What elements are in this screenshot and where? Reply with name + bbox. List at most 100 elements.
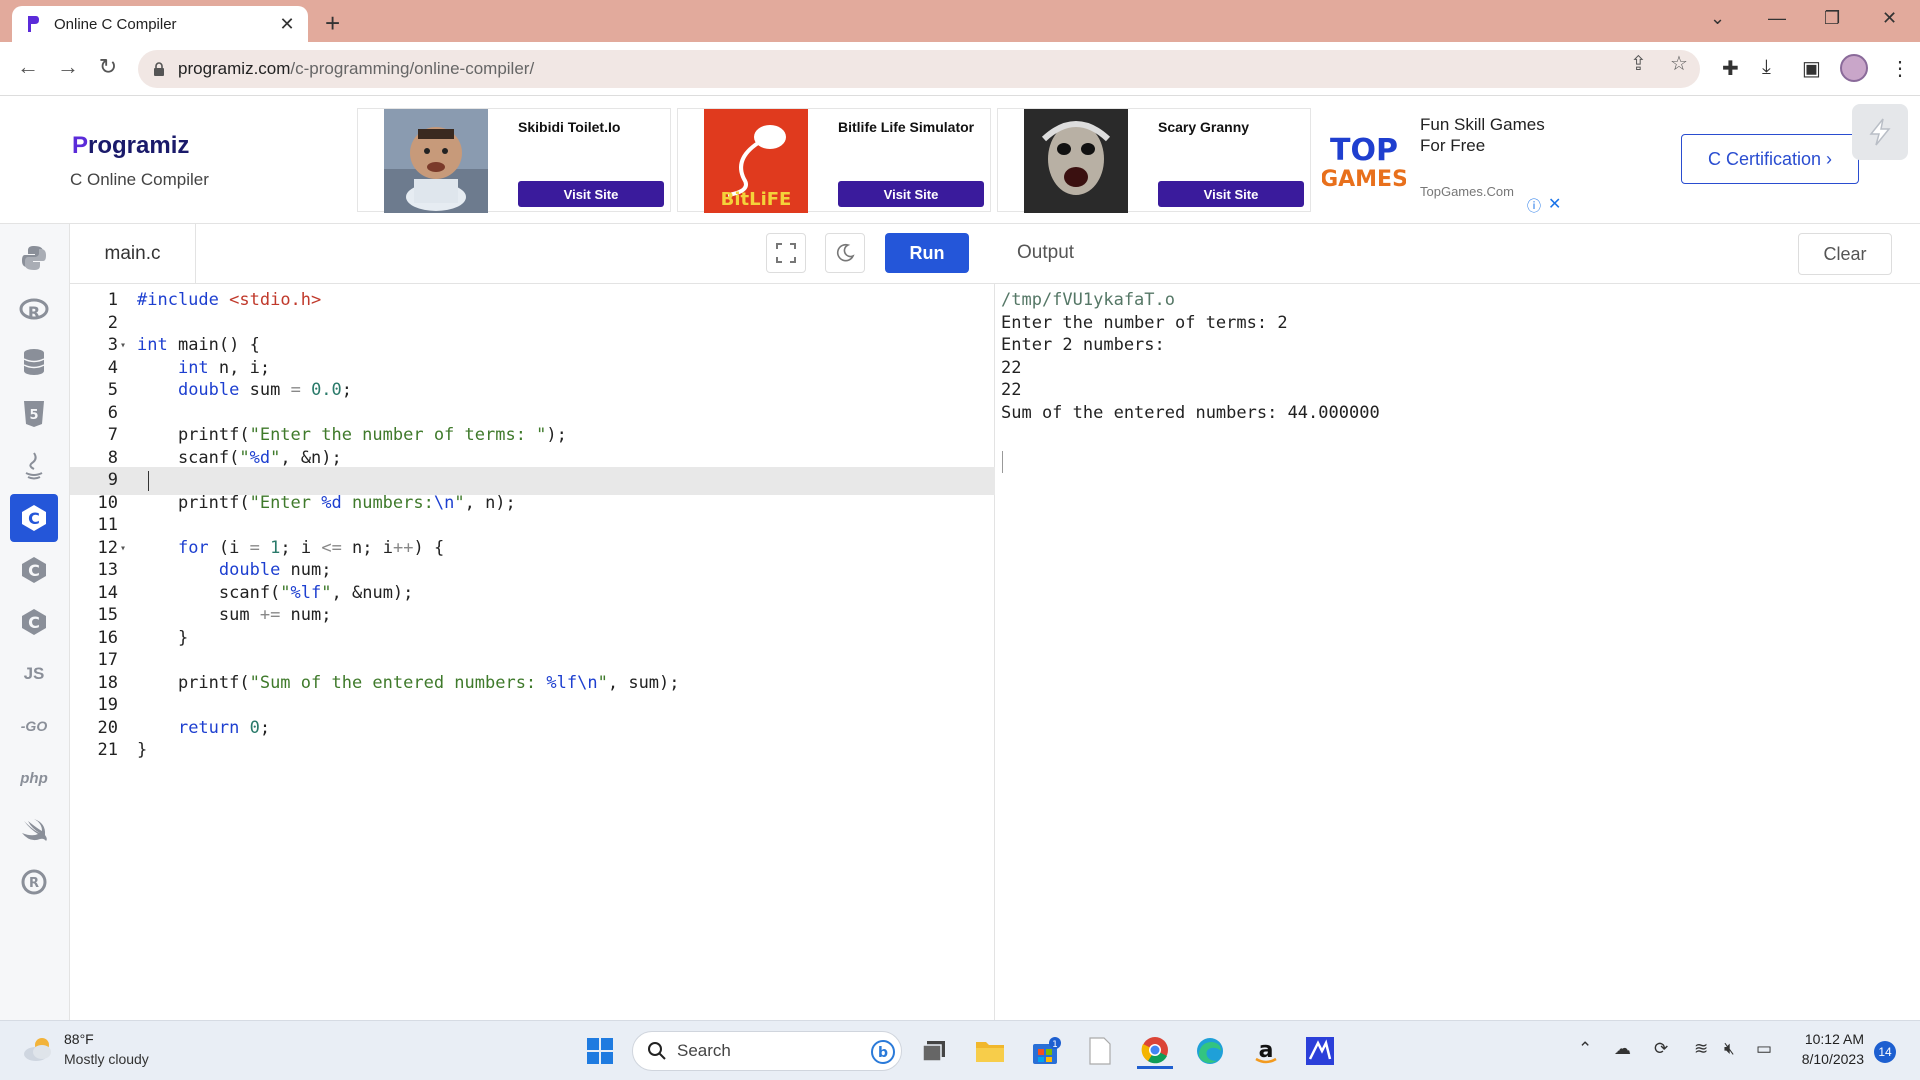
visit-site-button[interactable]: Visit Site (1158, 181, 1304, 207)
sync-icon[interactable]: ⟳ (1654, 1039, 1668, 1059)
reload-icon[interactable]: ↻ (94, 54, 122, 80)
clear-button[interactable]: Clear (1798, 233, 1892, 275)
tab-close-icon[interactable]: ✕ (278, 14, 296, 35)
output-title: Output (1017, 242, 1075, 263)
app-icon[interactable] (1302, 1033, 1338, 1069)
visit-site-button[interactable]: Visit Site (838, 181, 984, 207)
visit-site-button[interactable]: Visit Site (518, 181, 664, 207)
volume-muted-icon[interactable]: 🔇︎ (1724, 1039, 1735, 1059)
bolt-icon[interactable] (1852, 104, 1908, 160)
ad-card-bitlife[interactable]: BitLiFE Bitlife Life Simulator Visit Sit… (677, 108, 991, 213)
editor-header: main.c Run (70, 224, 995, 284)
java-icon[interactable] (10, 442, 58, 490)
windows-taskbar: 88°F Mostly cloudy Search b 1 a ⌃ ☁ ⟳ ≋ … (0, 1020, 1920, 1080)
r-icon[interactable]: R (10, 286, 58, 334)
url-host: programiz.com (178, 59, 291, 78)
bing-icon[interactable]: b (871, 1040, 895, 1064)
forward-icon[interactable]: → (54, 54, 82, 80)
back-icon[interactable]: ← (14, 54, 42, 80)
ad-title: Bitlife Life Simulator (838, 119, 975, 135)
weather-cloud-icon[interactable] (22, 1035, 54, 1063)
go-icon[interactable]: -GO (10, 702, 58, 750)
dark-mode-moon-icon[interactable] (825, 233, 865, 273)
taskbar-search[interactable]: Search b (632, 1031, 902, 1071)
ad-image-skibidi (384, 109, 488, 213)
code-editor[interactable]: 1 #include <stdio.h> 2 3 ▾ int main() {4 int … (70, 284, 995, 1020)
svg-text:C: C (28, 561, 40, 580)
swift-icon[interactable] (10, 806, 58, 854)
svg-text:TOP: TOP (1330, 133, 1398, 168)
ad-image-granny (1024, 109, 1128, 213)
chrome-icon[interactable] (1137, 1033, 1173, 1069)
notification-badge[interactable]: 14 (1874, 1041, 1896, 1063)
svg-text:C: C (28, 509, 40, 528)
output-console[interactable]: /tmp/fVU1ykafaT.o Enter the number of ter… (995, 284, 1920, 1020)
c-certification-button[interactable]: C Certification › (1681, 134, 1859, 184)
lock-icon (154, 62, 164, 76)
programiz-favicon-icon (24, 15, 42, 33)
output-header: Output Clear (995, 224, 1920, 284)
weather-description[interactable]: Mostly cloudy (64, 1051, 149, 1067)
fullscreen-icon[interactable] (766, 233, 806, 273)
code-text: } (137, 740, 148, 760)
file-explorer-icon[interactable] (972, 1033, 1008, 1069)
profile-avatar[interactable] (1840, 54, 1868, 82)
page-subtitle: C Online Compiler (70, 170, 209, 189)
javascript-icon[interactable]: JS (10, 650, 58, 698)
tab-search-icon[interactable]: ⌄ (1710, 8, 1725, 29)
programiz-logo[interactable]: Programiz (72, 132, 189, 160)
ad-card-skibidi[interactable]: Skibidi Toilet.Io Visit Site (357, 108, 671, 213)
cpp-icon[interactable]: C (10, 546, 58, 594)
output-cursor (1002, 451, 1003, 473)
extensions-icon[interactable]: ✚ (1722, 56, 1739, 81)
output-line: Enter 2 numbers: (1001, 335, 1165, 355)
topgames-logo[interactable]: TOP GAMES (1322, 130, 1406, 190)
restore-button[interactable]: ❐ (1824, 8, 1840, 29)
clock-time[interactable]: 10:12 AM (1800, 1031, 1864, 1047)
code-line[interactable]: 21} (70, 737, 995, 765)
browser-tab[interactable]: Online C Compiler ✕ (12, 6, 308, 42)
amazon-icon[interactable]: a (1248, 1033, 1284, 1069)
microsoft-store-icon[interactable]: 1 (1028, 1033, 1064, 1069)
tab-title: Online C Compiler (54, 15, 177, 33)
topgames-title[interactable]: Fun Skill Games For Free (1420, 114, 1570, 156)
python-icon[interactable] (10, 234, 58, 282)
bookmark-star-icon[interactable]: ☆ (1670, 51, 1688, 76)
browser-tab-bar: Online C Compiler ✕ + ⌄ — ❐ ✕ (0, 0, 1920, 42)
clock-date[interactable]: 8/10/2023 (1796, 1051, 1864, 1067)
file-tab-main-c[interactable]: main.c (70, 224, 196, 284)
ad-info-icon[interactable]: ⓘ (1527, 196, 1541, 216)
edge-icon[interactable] (1192, 1033, 1228, 1069)
download-icon[interactable]: ⤓ (1762, 56, 1771, 79)
side-panel-icon[interactable]: ▣ (1802, 56, 1821, 81)
menu-kebab-icon[interactable]: ⋮ (1890, 56, 1910, 81)
close-window-button[interactable]: ✕ (1882, 8, 1897, 29)
rust-icon[interactable]: R (10, 858, 58, 906)
svg-text:b: b (878, 1045, 888, 1061)
task-view-icon[interactable] (916, 1033, 952, 1069)
ad-close-icon[interactable]: ✕ (1548, 194, 1561, 214)
tray-chevron-up-icon[interactable]: ⌃ (1578, 1039, 1592, 1059)
c-language-icon[interactable]: C (10, 494, 58, 542)
topgames-url[interactable]: TopGames.Com (1420, 184, 1514, 199)
output-line: Sum of the entered numbers: 44.000000 (1001, 402, 1380, 423)
minimize-button[interactable]: — (1768, 8, 1786, 29)
search-icon (648, 1042, 666, 1060)
php-icon[interactable]: php (10, 754, 58, 802)
notepad-icon[interactable] (1082, 1033, 1118, 1069)
html5-icon[interactable]: 5 (10, 390, 58, 438)
battery-icon[interactable]: ▭ (1756, 1039, 1772, 1059)
svg-text:a: a (1259, 1038, 1274, 1063)
run-button[interactable]: Run (885, 233, 969, 273)
address-bar[interactable]: programiz.com/c-programming/online-compi… (138, 50, 1700, 88)
ad-card-scary-granny[interactable]: Scary Granny Visit Site (997, 108, 1311, 213)
onedrive-icon[interactable]: ☁ (1614, 1039, 1631, 1059)
text-cursor (148, 471, 149, 491)
windows-start-icon[interactable] (582, 1033, 618, 1069)
csharp-icon[interactable]: C (10, 598, 58, 646)
weather-temperature[interactable]: 88°F (64, 1031, 94, 1047)
wifi-icon[interactable]: ≋ (1694, 1039, 1708, 1059)
share-icon[interactable]: ⇪ (1630, 51, 1647, 76)
new-tab-button[interactable]: + (325, 8, 340, 39)
sql-database-icon[interactable] (10, 338, 58, 386)
